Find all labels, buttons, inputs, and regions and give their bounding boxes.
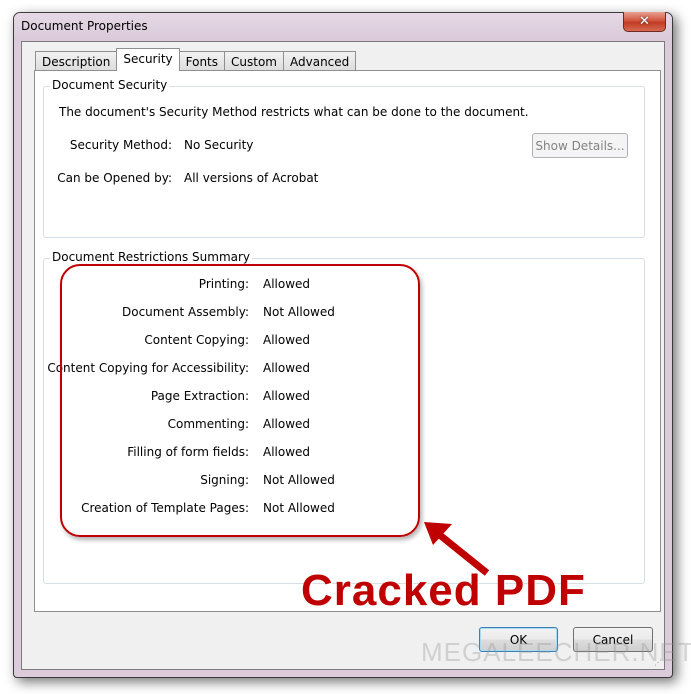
security-description: The document's Security Method restricts… bbox=[59, 105, 529, 119]
opened-by-label: Can be Opened by: bbox=[57, 171, 172, 185]
tab-security[interactable]: Security bbox=[116, 48, 180, 71]
button-label: Show Details... bbox=[535, 138, 625, 153]
window-title: Document Properties bbox=[21, 19, 148, 33]
close-icon: ✕ bbox=[639, 14, 650, 29]
watermark: MEGALEECHER.NET bbox=[421, 637, 691, 667]
tab-advanced[interactable]: Advanced bbox=[283, 51, 357, 71]
group-title: Document Restrictions Summary bbox=[50, 250, 253, 264]
tab-description[interactable]: Description bbox=[35, 51, 118, 71]
tab-label: Fonts bbox=[185, 54, 219, 69]
close-button[interactable]: ✕ bbox=[623, 12, 666, 32]
annotation-highlight-box bbox=[60, 264, 420, 537]
opened-by-value: All versions of Acrobat bbox=[184, 171, 319, 185]
security-method-value: No Security bbox=[184, 138, 254, 152]
tab-label: Custom bbox=[231, 54, 277, 69]
annotation-label: Cracked PDF bbox=[301, 566, 586, 615]
tab-label: Description bbox=[42, 54, 111, 69]
group-title: Document Security bbox=[50, 78, 170, 92]
tab-strip: Description Security Fonts Custom Advanc… bbox=[35, 48, 357, 71]
tab-custom[interactable]: Custom bbox=[224, 51, 284, 71]
show-details-button[interactable]: Show Details... bbox=[532, 133, 628, 158]
tab-label: Advanced bbox=[290, 54, 350, 69]
security-method-label: Security Method: bbox=[69, 138, 172, 152]
document-security-group: Document Security The document's Securit… bbox=[43, 78, 645, 238]
tab-fonts[interactable]: Fonts bbox=[178, 51, 226, 71]
title-bar[interactable]: Document Properties ✕ bbox=[14, 12, 672, 41]
tab-label: Security bbox=[123, 51, 173, 66]
